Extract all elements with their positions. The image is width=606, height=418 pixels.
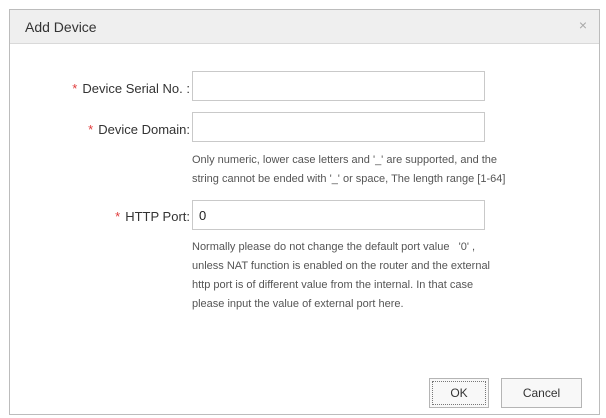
device-serial-input[interactable] [192, 71, 485, 101]
domain-hint: Only numeric, lower case letters and '_'… [192, 151, 562, 189]
http-port-hint-line: http port is of different value from the… [192, 279, 474, 291]
http-port-label: * HTTP Port: [10, 209, 190, 224]
domain-hint-line: Only numeric, lower case letters and '_'… [192, 154, 498, 166]
required-marker: * [72, 81, 78, 96]
close-icon[interactable]: × [575, 17, 591, 33]
http-port-hint-line: unless NAT function is enabled on the ro… [192, 260, 491, 272]
domain-label-text: Device Domain: [98, 122, 190, 137]
http-port-input[interactable] [192, 200, 485, 230]
dialog-title: Add Device [25, 19, 97, 35]
http-port-hint: Normally please do not change the defaul… [192, 238, 562, 314]
http-port-hint-line: Normally please do not change the defaul… [192, 241, 476, 253]
domain-hint-line: string cannot be ended with '_' or space… [192, 173, 506, 185]
domain-label: * Device Domain: [10, 122, 190, 137]
add-device-dialog: Add Device × * Device Serial No. : * Devic… [9, 9, 600, 415]
dialog-titlebar: Add Device × [10, 10, 599, 44]
http-port-label-text: HTTP Port: [125, 209, 190, 224]
required-marker: * [88, 122, 94, 137]
serial-label-text: Device Serial No. : [82, 81, 190, 96]
serial-label: * Device Serial No. : [10, 81, 190, 96]
ok-button[interactable]: OK [429, 378, 489, 408]
device-domain-input[interactable] [192, 112, 485, 142]
http-port-hint-line: please input the value of external port … [192, 298, 404, 310]
cancel-button[interactable]: Cancel [501, 378, 582, 408]
required-marker: * [115, 209, 121, 224]
